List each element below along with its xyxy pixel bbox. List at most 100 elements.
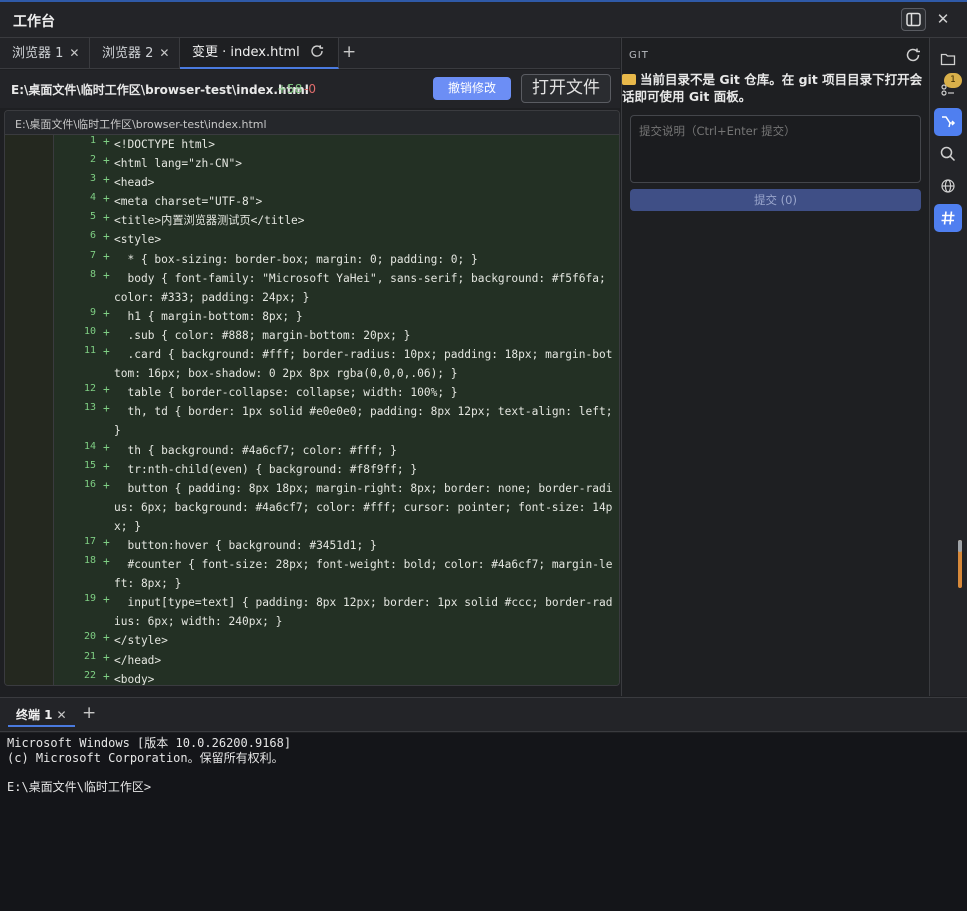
tab-label: 终端 1: [16, 708, 53, 722]
file-path: E:\桌面文件\临时工作区\browser-test\index.html: [11, 83, 309, 97]
terminal-line: (c) Microsoft Corporation。保留所有权利。: [7, 750, 284, 765]
globe-icon: [941, 179, 955, 193]
tab-browser-2[interactable]: 浏览器 2 ✕: [90, 38, 180, 69]
added-marker: +: [103, 631, 110, 645]
explorer-button[interactable]: [934, 45, 962, 73]
line-text: <!DOCTYPE html>: [114, 138, 216, 151]
folder-icon: [622, 74, 636, 85]
code-line: 19 + input[type=text] { padding: 8px 12px…: [5, 593, 619, 631]
code-line: 9 + h1 { margin-bottom: 8px; }: [5, 307, 619, 326]
tasks-button[interactable]: 1: [934, 73, 962, 104]
terminal-output[interactable]: Microsoft Windows [版本 10.0.26200.9168] (c…: [0, 733, 967, 911]
code-line: 22 + <body>: [5, 669, 619, 685]
commit-message-input[interactable]: [630, 115, 921, 183]
code-line: 4 + <meta charset="UTF-8">: [5, 192, 619, 211]
line-number: 14: [83, 440, 96, 452]
line-number: 5: [89, 211, 96, 223]
sidebar-layout-icon: [906, 12, 921, 27]
close-icon[interactable]: ✕: [57, 708, 67, 722]
line-number: 3: [89, 173, 96, 185]
line-number: 18: [83, 555, 96, 567]
search-icon: [940, 146, 956, 162]
code-area[interactable]: 1 + <!DOCTYPE html> 2 + <html lang="zh-CN"> 3 +…: [5, 135, 619, 685]
line-number: 12: [83, 383, 96, 395]
terminal-line: Microsoft Windows [版本 10.0.26200.9168]: [7, 736, 292, 750]
diff-editor[interactable]: E:\桌面文件\临时工作区\browser-test\index.html 1 +…: [4, 110, 620, 686]
line-text: <title>内置浏览器测试页</title>: [114, 214, 305, 228]
search-button[interactable]: [934, 140, 962, 168]
added-marker: +: [103, 135, 110, 148]
code-line: 6 + <style>: [5, 230, 619, 249]
close-icon[interactable]: ✕: [69, 46, 79, 60]
line-number: 19: [83, 593, 96, 605]
source-control-button[interactable]: [934, 108, 962, 136]
folder-icon: [940, 53, 956, 66]
code-line: 8 + body { font-family: "Microsoft YaHei"…: [5, 269, 619, 307]
code-line: 18 + #counter { font-size: 28px; font-wei…: [5, 555, 619, 593]
new-tab-button[interactable]: +: [342, 42, 356, 62]
git-panel: GIT 当前目录不是 Git 仓库。在 git 项目目录下打开会话即可使用 Gi…: [621, 38, 928, 696]
line-number: 22: [83, 669, 96, 681]
close-icon[interactable]: ✕: [159, 46, 169, 60]
added-marker: +: [103, 154, 110, 168]
tab-label: 浏览器 2: [102, 46, 154, 61]
commit-button[interactable]: 提交 (0): [630, 189, 921, 211]
tab-terminal-1[interactable]: 终端 1 ✕: [8, 705, 75, 727]
line-number: 10: [83, 325, 96, 337]
code-line: 1 + <!DOCTYPE html>: [5, 135, 619, 154]
added-marker: +: [103, 650, 110, 664]
line-number: 6: [89, 230, 96, 242]
line-text: body { font-family: "Microsoft YaHei", s…: [114, 271, 613, 304]
terminal-line: E:\桌面文件\临时工作区>: [7, 779, 152, 794]
added-marker: +: [103, 478, 110, 492]
close-icon[interactable]: ✕: [935, 10, 951, 28]
git-notice-text: 当前目录不是 Git 仓库。在 git 项目目录下打开会话即可使用 Git 面板…: [622, 72, 923, 104]
git-branch-icon: [942, 116, 956, 128]
added-marker: +: [103, 383, 110, 397]
diff-file-bar: E:\桌面文件\临时工作区\browser-test\index.html +5…: [0, 70, 620, 108]
added-marker: +: [103, 535, 110, 549]
code-line: 7 + * { box-sizing: border-box; margin: 0…: [5, 250, 619, 269]
line-text: <meta charset="UTF-8">: [114, 195, 263, 209]
open-file-button[interactable]: 打开文件: [521, 74, 611, 103]
code-line: 11 + .card { background: #fff; border-rad…: [5, 345, 619, 383]
tab-changes-index-html[interactable]: 变更 · index.html ✕: [180, 38, 339, 90]
browser-button[interactable]: [934, 172, 962, 200]
code-line: 14 + th { background: #4a6cf7; color: #ff…: [5, 441, 619, 460]
code-line: 10 + .sub { color: #888; margin-bottom: 2…: [5, 326, 619, 345]
line-number: 7: [89, 249, 96, 261]
line-text: </head>: [114, 653, 162, 667]
git-panel-title: GIT: [629, 50, 649, 61]
line-number: 21: [83, 650, 96, 662]
line-text: h1 { margin-bottom: 8px; }: [114, 309, 303, 323]
toggle-layout-button[interactable]: [901, 8, 926, 31]
refresh-icon[interactable]: [905, 47, 921, 63]
right-activity-bar: 1: [929, 38, 967, 696]
new-terminal-button[interactable]: +: [82, 703, 96, 723]
refresh-icon[interactable]: [310, 44, 324, 58]
hash-button[interactable]: [934, 204, 962, 232]
scroll-thumb[interactable]: [958, 540, 962, 552]
hash-icon: [941, 211, 955, 225]
line-number: 11: [83, 345, 96, 357]
line-text: table { border-collapse: collapse; width…: [114, 386, 458, 400]
line-number: 16: [83, 478, 96, 490]
tab-browser-1[interactable]: 浏览器 1 ✕: [0, 38, 90, 69]
line-text: * { box-sizing: border-box; margin: 0; p…: [114, 252, 478, 266]
added-marker: +: [103, 555, 110, 569]
line-number: 13: [83, 402, 96, 414]
code-line: 12 + table { border-collapse: collapse; w…: [5, 383, 619, 402]
title-bar: 工作台 ✕: [0, 0, 967, 38]
added-marker: +: [103, 440, 110, 454]
editor-header-path: E:\桌面文件\临时工作区\browser-test\index.html: [5, 111, 619, 135]
line-number: 17: [83, 535, 96, 547]
line-text: </style>: [114, 634, 168, 648]
line-text: th, td { border: 1px solid #e0e0e0; padd…: [114, 405, 619, 438]
added-marker: +: [103, 402, 110, 416]
line-text: button { padding: 8px 18px; margin-right…: [114, 481, 613, 533]
revert-changes-button[interactable]: 撤销修改: [433, 77, 511, 100]
code-line: 5 + <title>内置浏览器测试页</title>: [5, 211, 619, 230]
line-text: <html lang="zh-CN">: [114, 157, 242, 171]
line-text: #counter { font-size: 28px; font-weight:…: [114, 558, 613, 591]
